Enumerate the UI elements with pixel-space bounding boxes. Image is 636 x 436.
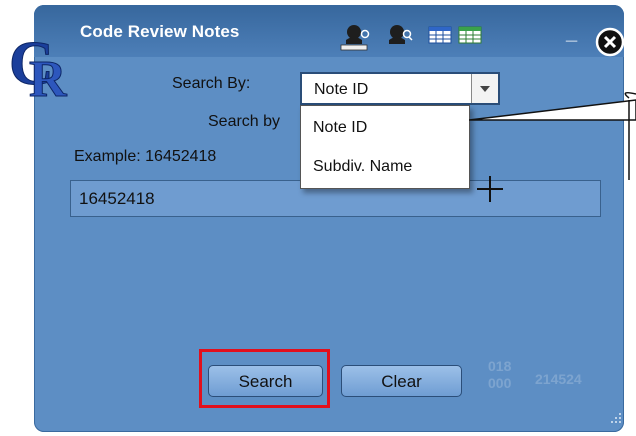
grid-view-icon[interactable] [458, 26, 482, 51]
background-fragment-2: 000 [488, 375, 512, 391]
svg-text:R: R [29, 51, 68, 98]
cursor-icon-vertical [489, 176, 491, 202]
window-title: Code Review Notes [80, 22, 240, 41]
close-icon [595, 27, 625, 57]
selected-option: Note ID [314, 81, 369, 98]
example-label: Example: 16452418 [74, 148, 217, 165]
table-view-icon[interactable] [428, 26, 452, 51]
search-by-label: Search By: [172, 75, 251, 92]
search-by-dropdown: Note ID Subdiv. Name [300, 105, 470, 189]
dropdown-option-note-id[interactable]: Note ID [313, 119, 367, 137]
search-button-highlight [199, 349, 330, 408]
callout-pointer [469, 91, 636, 180]
cr-logo: C R [7, 28, 73, 109]
clear-button[interactable]: Clear [341, 365, 462, 397]
resize-grip-icon[interactable] [610, 412, 622, 424]
background-fragment-1: 018 [488, 358, 512, 374]
search-input-value: 16452418 [79, 189, 155, 208]
search-by-hint-label: Search by [208, 113, 281, 130]
dropdown-option-subdiv-name[interactable]: Subdiv. Name [313, 158, 412, 176]
minimize-button[interactable]: _ [566, 22, 586, 46]
close-button[interactable] [595, 27, 625, 57]
user-lookup-icon[interactable] [381, 22, 417, 57]
user-search-icon[interactable] [338, 22, 374, 57]
background-fragment-3: 214524 [535, 371, 582, 387]
